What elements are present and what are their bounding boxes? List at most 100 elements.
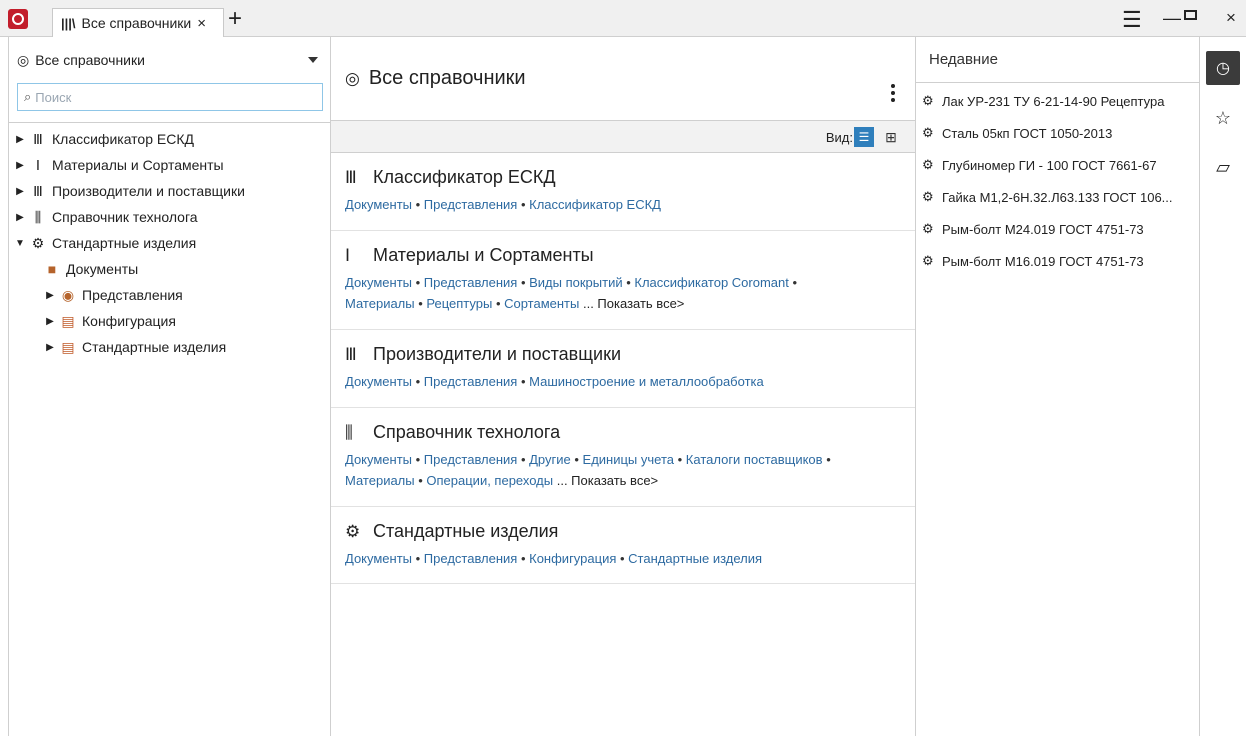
show-all-link[interactable]: ... Показать все> bbox=[557, 473, 658, 488]
tree-item-standard-parts-sub[interactable]: ▶ ▤ Стандартные изделия bbox=[9, 334, 329, 360]
divider bbox=[9, 122, 332, 123]
card-link[interactable]: Классификатор ЕСКД bbox=[529, 197, 661, 212]
separator: • bbox=[517, 374, 530, 389]
recent-item[interactable]: ⚙ Рым-болт М24.019 ГОСТ 4751-73 bbox=[916, 213, 1199, 245]
recent-item[interactable]: ⚙ Глубиномер ГИ - 100 ГОСТ 7661-67 bbox=[916, 149, 1199, 181]
card-link[interactable]: Представления bbox=[424, 275, 518, 290]
config-icon: ▤ bbox=[61, 312, 75, 329]
tree-item-configuration[interactable]: ▶ ▤ Конфигурация bbox=[9, 308, 329, 334]
card-technologist: ⫼ Справочник технолога Документы • Предс… bbox=[331, 408, 915, 507]
expand-arrow-icon[interactable]: ▶ bbox=[15, 186, 25, 197]
card-link[interactable]: Материалы bbox=[345, 473, 415, 488]
tree-item-label: Классификатор ЕСКД bbox=[52, 131, 194, 147]
collapse-arrow-icon[interactable]: ▼ bbox=[15, 238, 25, 249]
tree-item-label: Представления bbox=[82, 287, 183, 303]
grid-view-icon[interactable]: ⊞ bbox=[881, 127, 901, 147]
library-icon: ⫼ bbox=[345, 422, 353, 442]
folder-icon[interactable]: ▱ bbox=[1206, 150, 1240, 184]
card-title[interactable]: Классификатор ЕСКД bbox=[373, 167, 556, 188]
history-icon[interactable]: ◷ bbox=[1206, 51, 1240, 85]
separator: • bbox=[622, 275, 635, 290]
card-link[interactable]: Конфигурация bbox=[529, 551, 616, 566]
card-link[interactable]: Документы bbox=[345, 551, 412, 566]
card-link[interactable]: Стандартные изделия bbox=[628, 551, 762, 566]
list-view-icon[interactable]: ☰ bbox=[854, 127, 874, 147]
catalog-icon: ◎ bbox=[345, 68, 360, 88]
card-title[interactable]: Материалы и Сортаменты bbox=[373, 245, 594, 266]
tree-item-eskd[interactable]: ▶ Ⅲ Классификатор ЕСКД bbox=[9, 126, 329, 152]
card-link[interactable]: Рецептуры bbox=[426, 296, 492, 311]
tree-item-technologist[interactable]: ▶ ⫼ Справочник технолога bbox=[9, 204, 329, 230]
card-link[interactable]: Виды покрытий bbox=[529, 275, 622, 290]
tree-item-standard-parts[interactable]: ▼ ⚙ Стандартные изделия bbox=[9, 230, 329, 256]
expand-arrow-icon[interactable]: ▶ bbox=[15, 160, 25, 171]
expand-arrow-icon[interactable]: ▶ bbox=[15, 134, 25, 145]
card-link[interactable]: Сортаменты bbox=[504, 296, 579, 311]
tree-item-label: Стандартные изделия bbox=[52, 235, 197, 251]
directory-tree: ▶ Ⅲ Классификатор ЕСКД ▶ Ⅰ Материалы и С… bbox=[9, 126, 329, 360]
tree-item-materials[interactable]: ▶ Ⅰ Материалы и Сортаменты bbox=[9, 152, 329, 178]
tab-close-icon[interactable]: × bbox=[197, 15, 206, 32]
card-link[interactable]: Классификатор Coromant bbox=[634, 275, 788, 290]
card-link[interactable]: Представления bbox=[424, 197, 518, 212]
expand-arrow-icon[interactable]: ▶ bbox=[45, 342, 55, 353]
separator: • bbox=[412, 551, 424, 566]
star-icon[interactable]: ☆ bbox=[1206, 101, 1240, 135]
card-link[interactable]: Другие bbox=[529, 452, 571, 467]
card-link[interactable]: Каталоги поставщиков bbox=[686, 452, 823, 467]
chevron-down-icon[interactable] bbox=[308, 57, 318, 63]
app-logo-icon bbox=[8, 9, 28, 29]
tree-item-label: Документы bbox=[66, 261, 139, 277]
part-icon: ⚙ bbox=[922, 253, 934, 268]
card-link[interactable]: Документы bbox=[345, 275, 412, 290]
books-icon: |||\ bbox=[61, 15, 76, 31]
card-link[interactable]: Операции, переходы bbox=[426, 473, 553, 488]
expand-arrow-icon[interactable]: ▶ bbox=[45, 316, 55, 327]
part-icon: ⚙ bbox=[922, 221, 934, 236]
books-icon: Ⅲ bbox=[345, 167, 357, 187]
tree-item-documents[interactable]: ■ Документы bbox=[9, 256, 329, 282]
menu-icon[interactable]: ☰ bbox=[1122, 7, 1142, 33]
tree-item-manufacturers[interactable]: ▶ Ⅲ Производители и поставщики bbox=[9, 178, 329, 204]
part-icon: ⚙ bbox=[922, 189, 934, 204]
center-panel: ◎ Все справочники Вид: ☰ ⊞ Ⅲ Классификат… bbox=[331, 37, 915, 736]
expand-arrow-icon[interactable]: ▶ bbox=[15, 212, 25, 223]
card-title[interactable]: Производители и поставщики bbox=[373, 344, 621, 365]
more-options-icon[interactable] bbox=[891, 81, 897, 105]
maximize-icon[interactable] bbox=[1184, 10, 1197, 20]
directory-selector[interactable]: ◎ Все справочники bbox=[9, 37, 330, 83]
card-links: Документы • Представления • Машиностроен… bbox=[345, 371, 901, 392]
expand-arrow-icon[interactable]: ▶ bbox=[45, 290, 55, 301]
card-link[interactable]: Представления bbox=[424, 551, 518, 566]
tree-item-views[interactable]: ▶ ◉ Представления bbox=[9, 282, 329, 308]
card-manufacturers: Ⅲ Производители и поставщики Документы •… bbox=[331, 330, 915, 408]
show-all-link[interactable]: ... Показать все> bbox=[583, 296, 684, 311]
minimize-icon[interactable]: — bbox=[1163, 8, 1181, 29]
card-link[interactable]: Машиностроение и металлообработка bbox=[529, 374, 764, 389]
directory-selector-label: Все справочники bbox=[35, 52, 145, 68]
search-placeholder: Поиск bbox=[35, 89, 72, 105]
recent-item[interactable]: ⚙ Гайка М1,2-6Н.32.Л63.133 ГОСТ 106... bbox=[916, 181, 1199, 213]
card-link[interactable]: Представления bbox=[424, 452, 518, 467]
card-links: Документы • Представления • Другие • Еди… bbox=[345, 449, 901, 491]
recent-item[interactable]: ⚙ Лак УР-231 ТУ 6-21-14-90 Рецептура bbox=[916, 85, 1199, 117]
card-link[interactable]: Материалы bbox=[345, 296, 415, 311]
card-title[interactable]: Стандартные изделия bbox=[373, 521, 558, 542]
add-tab-button[interactable]: + bbox=[228, 7, 242, 31]
close-window-icon[interactable]: × bbox=[1226, 8, 1236, 28]
card-link[interactable]: Документы bbox=[345, 197, 412, 212]
card-links: Документы • Представления • Виды покрыти… bbox=[345, 272, 901, 314]
config-icon: ▤ bbox=[61, 338, 75, 355]
recent-item[interactable]: ⚙ Рым-болт М16.019 ГОСТ 4751-73 bbox=[916, 245, 1199, 277]
card-link[interactable]: Документы bbox=[345, 374, 412, 389]
tab-all-directories[interactable]: |||\ Все справочники × bbox=[52, 8, 224, 37]
recent-item[interactable]: ⚙ Сталь 05кп ГОСТ 1050-2013 bbox=[916, 117, 1199, 149]
tree-item-label: Конфигурация bbox=[82, 313, 176, 329]
card-link[interactable]: Единицы учета bbox=[583, 452, 674, 467]
card-link[interactable]: Представления bbox=[424, 374, 518, 389]
card-title[interactable]: Справочник технолога bbox=[373, 422, 560, 443]
card-link[interactable]: Документы bbox=[345, 452, 412, 467]
separator: • bbox=[517, 452, 530, 467]
search-input[interactable]: ⌕ Поиск bbox=[17, 83, 323, 111]
card-eskd: Ⅲ Классификатор ЕСКД Документы • Предста… bbox=[331, 153, 915, 231]
